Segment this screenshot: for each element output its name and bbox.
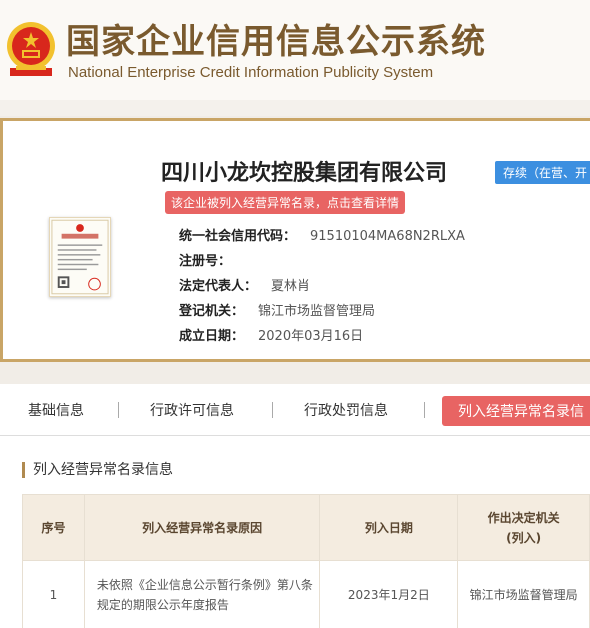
credit-code-value: 91510104MA68N2RLXA — [310, 229, 465, 244]
info-row-registration-no: 注册号： — [179, 250, 245, 269]
site-header: 国家企业信用信息公示系统 National Enterprise Credit … — [0, 0, 590, 100]
abnormal-notice-link[interactable]: 该企业被列入经营异常名录，点击查看详情 — [165, 191, 406, 214]
info-label: 统一社会信用代码： — [179, 229, 297, 244]
abnormal-list-section: 列入经营异常名录信息 序号 列入经营异常名录原因 列入日期 作出决定机关 (列入… — [0, 436, 590, 628]
column-header-date: 列入日期 — [319, 494, 459, 561]
section-title: 列入经营异常名录信息 — [22, 462, 173, 478]
info-label: 法定代表人： — [179, 279, 258, 294]
tab-admin-penalty[interactable]: 行政处罚信息 — [304, 400, 388, 420]
info-label: 注册号： — [179, 254, 232, 269]
column-header-reason: 列入经营异常名录原因 — [83, 494, 321, 561]
column-header-authority: 作出决定机关 (列入) — [457, 494, 590, 561]
site-subtitle: National Enterprise Credit Information P… — [68, 64, 434, 81]
cell-authority: 锦江市场监督管理局 — [457, 560, 590, 628]
cell-date: 2023年1月2日 — [319, 560, 459, 628]
founded-date-value: 2020年03月16日 — [258, 329, 364, 344]
business-license-thumbnail[interactable] — [49, 217, 111, 297]
status-badge: 存续（在营、开 — [495, 161, 590, 184]
tab-divider — [424, 402, 425, 418]
abnormal-list-table: 序号 列入经营异常名录原因 列入日期 作出决定机关 (列入) 1 未依照《企业信… — [22, 494, 590, 628]
site-title: 国家企业信用信息公示系统 — [66, 22, 486, 62]
tab-bar: 基础信息 行政许可信息 行政处罚信息 列入经营异常名录信 — [0, 384, 590, 436]
tab-divider — [272, 402, 273, 418]
cell-index: 1 — [22, 560, 85, 628]
info-row-legal-rep: 法定代表人： 夏林肖 — [179, 275, 310, 294]
table-header-row: 序号 列入经营异常名录原因 列入日期 作出决定机关 (列入) — [22, 494, 590, 561]
info-row-authority: 登记机关： 锦江市场监督管理局 — [179, 300, 375, 319]
authority-value: 锦江市场监督管理局 — [258, 304, 376, 319]
tab-basic-info[interactable]: 基础信息 — [28, 400, 84, 420]
tab-abnormal-list[interactable]: 列入经营异常名录信 — [442, 396, 590, 426]
column-header-index: 序号 — [22, 494, 85, 561]
info-label: 成立日期： — [179, 329, 245, 344]
legal-rep-value: 夏林肖 — [271, 279, 311, 294]
info-label: 登记机关： — [179, 304, 245, 319]
cell-reason: 未依照《企业信息公示暂行条例》第八条规定的期限公示年度报告 — [83, 560, 321, 628]
tab-divider — [118, 402, 119, 418]
info-row-credit-code: 统一社会信用代码： 91510104MA68N2RLXA — [179, 225, 465, 244]
table-row: 1 未依照《企业信息公示暂行条例》第八条规定的期限公示年度报告 2023年1月2… — [22, 560, 590, 628]
info-row-founded: 成立日期： 2020年03月16日 — [179, 325, 363, 344]
company-card: 四川小龙坎控股集团有限公司 存续（在营、开 该企业被列入经营异常名录，点击查看详… — [0, 118, 590, 362]
national-emblem-icon — [7, 22, 55, 76]
tab-admin-license[interactable]: 行政许可信息 — [150, 400, 234, 420]
company-name: 四川小龙坎控股集团有限公司 — [161, 161, 448, 186]
header-divider — [0, 100, 590, 116]
